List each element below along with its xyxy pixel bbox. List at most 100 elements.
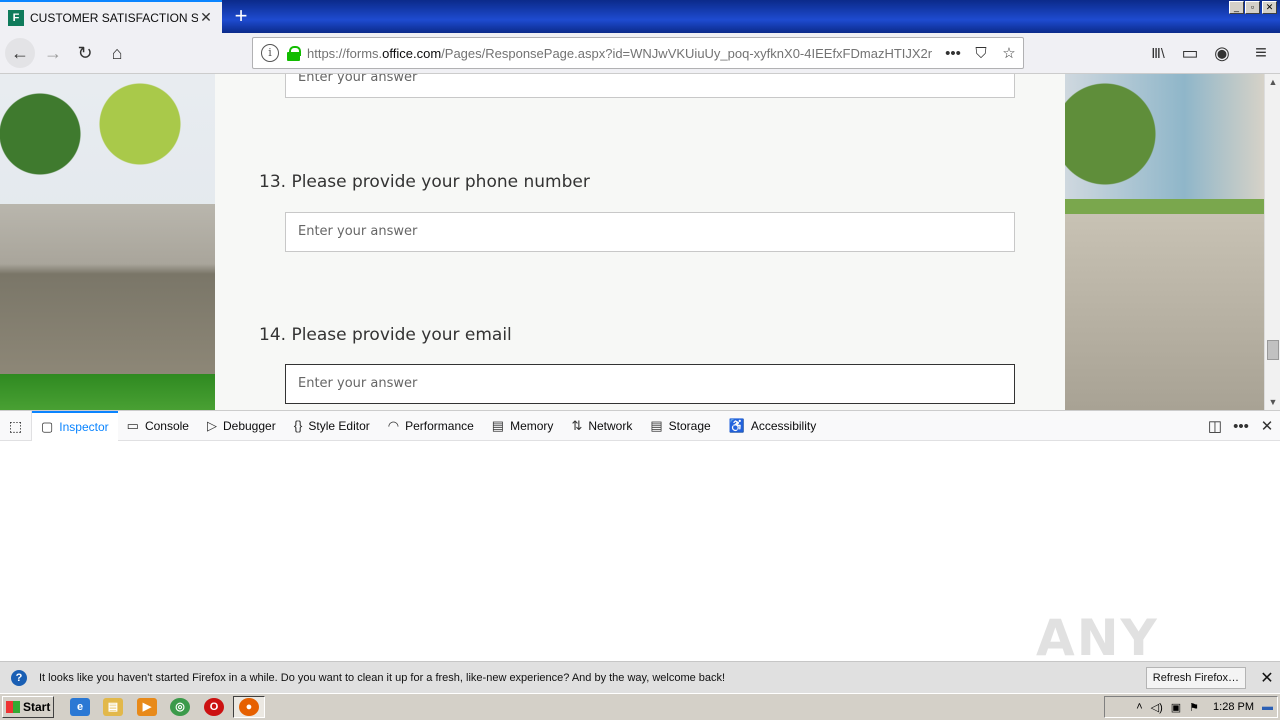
volume-icon[interactable]: ◁) [1151, 701, 1163, 714]
devtools-close-icon[interactable]: ✕ [1254, 417, 1280, 435]
inspector-icon: ▢ [41, 418, 54, 434]
opera-icon[interactable]: O [204, 698, 224, 716]
devtools-more-icon[interactable]: ••• [1228, 418, 1254, 435]
tab-storage[interactable]: ▤ Storage [641, 411, 719, 441]
secure-lock-icon [287, 46, 301, 61]
survey-form: Enter your answer 13. Please provide you… [215, 74, 1065, 410]
clock[interactable]: 1:28 PM [1213, 701, 1254, 713]
devtools-toolbar: ⬚ ▢ Inspector ▭ Console ▷ Debugger {} Style … [0, 410, 1280, 441]
file-explorer-icon[interactable]: ▤ [103, 698, 123, 716]
url-text[interactable]: https://forms.office.com/Pages/ResponseP… [307, 46, 939, 61]
start-button[interactable]: Start [2, 696, 54, 718]
forms-favicon-icon: F [8, 9, 24, 26]
memory-icon: ▤ [491, 417, 505, 433]
element-picker-icon[interactable]: ⬚ [0, 410, 32, 441]
url-path: /Pages/ResponsePage.aspx?id=WNJwVKUiuUy_… [441, 45, 933, 61]
menu-icon[interactable]: ≡ [1246, 38, 1276, 68]
page-scrollbar[interactable]: ▲ ▼ [1264, 74, 1280, 410]
page-actions-icon[interactable]: ••• [939, 45, 967, 62]
accessibility-icon: ♿ [728, 417, 745, 433]
tab-label: Style Editor [308, 418, 370, 433]
tab-label: Inspector [59, 419, 109, 434]
tab-label: Accessibility [750, 418, 817, 433]
tab-label: Memory [510, 418, 554, 433]
network-tray-icon[interactable]: ▣ [1171, 701, 1181, 714]
maximize-button[interactable]: ▫ [1245, 1, 1260, 14]
style-editor-icon: {} [293, 418, 303, 433]
debugger-icon: ▷ [206, 417, 217, 433]
tab-label: Console [144, 418, 189, 433]
tab-memory[interactable]: ▤ Memory [483, 411, 563, 441]
tab-debugger[interactable]: ▷ Debugger [198, 411, 285, 441]
window-close-button[interactable]: ✕ [1262, 1, 1277, 14]
reload-icon: ↻ [77, 43, 93, 63]
tab-inspector[interactable]: ▢ Inspector [32, 410, 118, 441]
notification-bar: ? It looks like you haven't started Fire… [0, 661, 1280, 693]
email-input[interactable]: Enter your answer [285, 364, 1015, 404]
previous-answer-input[interactable]: Enter your answer [285, 74, 1015, 98]
firefox-taskbar-button[interactable]: ● [233, 696, 265, 718]
scroll-up-icon[interactable]: ▲ [1265, 74, 1280, 90]
minimize-button[interactable]: _ [1229, 1, 1244, 14]
console-icon: ▭ [126, 417, 139, 433]
notification-text: It looks like you haven't started Firefo… [39, 671, 726, 684]
background-photo-right [1065, 74, 1264, 410]
home-button[interactable]: ⌂ [102, 38, 132, 68]
start-label: Start [23, 700, 51, 714]
url-bar[interactable]: i https://forms.office.com/Pages/Respons… [252, 37, 1024, 69]
url-prefix: https://forms. [307, 45, 383, 61]
question-13-label: 13. Please provide your phone number [259, 172, 590, 192]
question-14-label: 14. Please provide your email [259, 325, 512, 345]
performance-icon: ◠ [387, 417, 400, 433]
browser-tab[interactable]: F CUSTOMER SATISFACTION SURVE ✕ [0, 0, 222, 33]
forward-button[interactable]: → [38, 38, 68, 68]
pocket-icon[interactable]: ⛉ [967, 45, 995, 62]
tab-label: Debugger [222, 418, 276, 433]
action-center-flag-icon[interactable]: ⚑ [1189, 701, 1199, 714]
new-tab-button[interactable]: + [228, 4, 254, 30]
home-icon: ⌂ [111, 43, 123, 63]
background-photo-left [0, 74, 215, 410]
refresh-firefox-button[interactable]: Refresh Firefox… [1145, 666, 1246, 689]
page-content: Enter your answer 13. Please provide you… [0, 74, 1264, 410]
internet-explorer-icon[interactable]: e [70, 698, 90, 716]
scrollbar-thumb[interactable] [1267, 340, 1279, 360]
tab-accessibility[interactable]: ♿ Accessibility [720, 411, 826, 441]
url-domain: office.com [382, 45, 442, 61]
question-icon: ? [11, 669, 27, 686]
tab-label: Storage [668, 418, 711, 433]
bookmark-star-icon[interactable]: ☆ [995, 44, 1023, 62]
tab-style-editor[interactable]: {} Style Editor [285, 411, 379, 441]
sidebar-icon[interactable]: ▭ [1175, 38, 1205, 68]
notification-close-icon[interactable]: ✕ [1254, 668, 1280, 688]
network-icon: ⇅ [571, 417, 583, 433]
chrome-icon[interactable]: ◎ [170, 698, 190, 716]
windows-logo-icon [6, 701, 20, 713]
system-tray: ˄ ◁) ▣ ⚑ 1:28 PM ▬ [1104, 696, 1278, 718]
back-button[interactable]: ← [5, 38, 35, 68]
forward-arrow-icon: → [44, 43, 62, 63]
windows-taskbar: Start e ▤ ▶ ◎ O ● ˄ ◁) ▣ ⚑ 1:28 PM ▬ [0, 693, 1280, 720]
tray-expand-icon[interactable]: ˄ [1136, 701, 1142, 713]
dock-side-icon[interactable]: ◫ [1202, 417, 1228, 435]
devtools-controls: ◫ ••• ✕ [1202, 411, 1280, 441]
tab-console[interactable]: ▭ Console [118, 411, 198, 441]
show-desktop-icon[interactable]: ▬ [1262, 701, 1273, 713]
navigation-toolbar: ← → ↻ ⌂ i https://forms.office.com/Pages… [0, 33, 1280, 74]
tab-label: Performance [405, 418, 474, 433]
tab-network[interactable]: ⇅ Network [562, 411, 641, 441]
site-info-icon[interactable]: i [261, 44, 279, 62]
tab-label: Network [588, 418, 633, 433]
tab-performance[interactable]: ◠ Performance [379, 411, 483, 441]
reload-button[interactable]: ↻ [70, 38, 100, 68]
developer-tools-panel: ⬚ ▢ Inspector ▭ Console ▷ Debugger {} Style … [0, 410, 1280, 725]
tab-close-icon[interactable]: ✕ [198, 9, 214, 26]
tab-title: CUSTOMER SATISFACTION SURVE [30, 10, 198, 25]
back-arrow-icon: ← [11, 43, 29, 63]
phone-number-input[interactable]: Enter your answer [285, 212, 1015, 252]
scroll-down-icon[interactable]: ▼ [1265, 394, 1280, 410]
library-icon[interactable]: Ⅲ\ [1143, 38, 1173, 68]
account-icon[interactable]: ◉ [1207, 38, 1237, 68]
media-player-icon[interactable]: ▶ [137, 698, 157, 716]
storage-icon: ▤ [650, 417, 663, 433]
